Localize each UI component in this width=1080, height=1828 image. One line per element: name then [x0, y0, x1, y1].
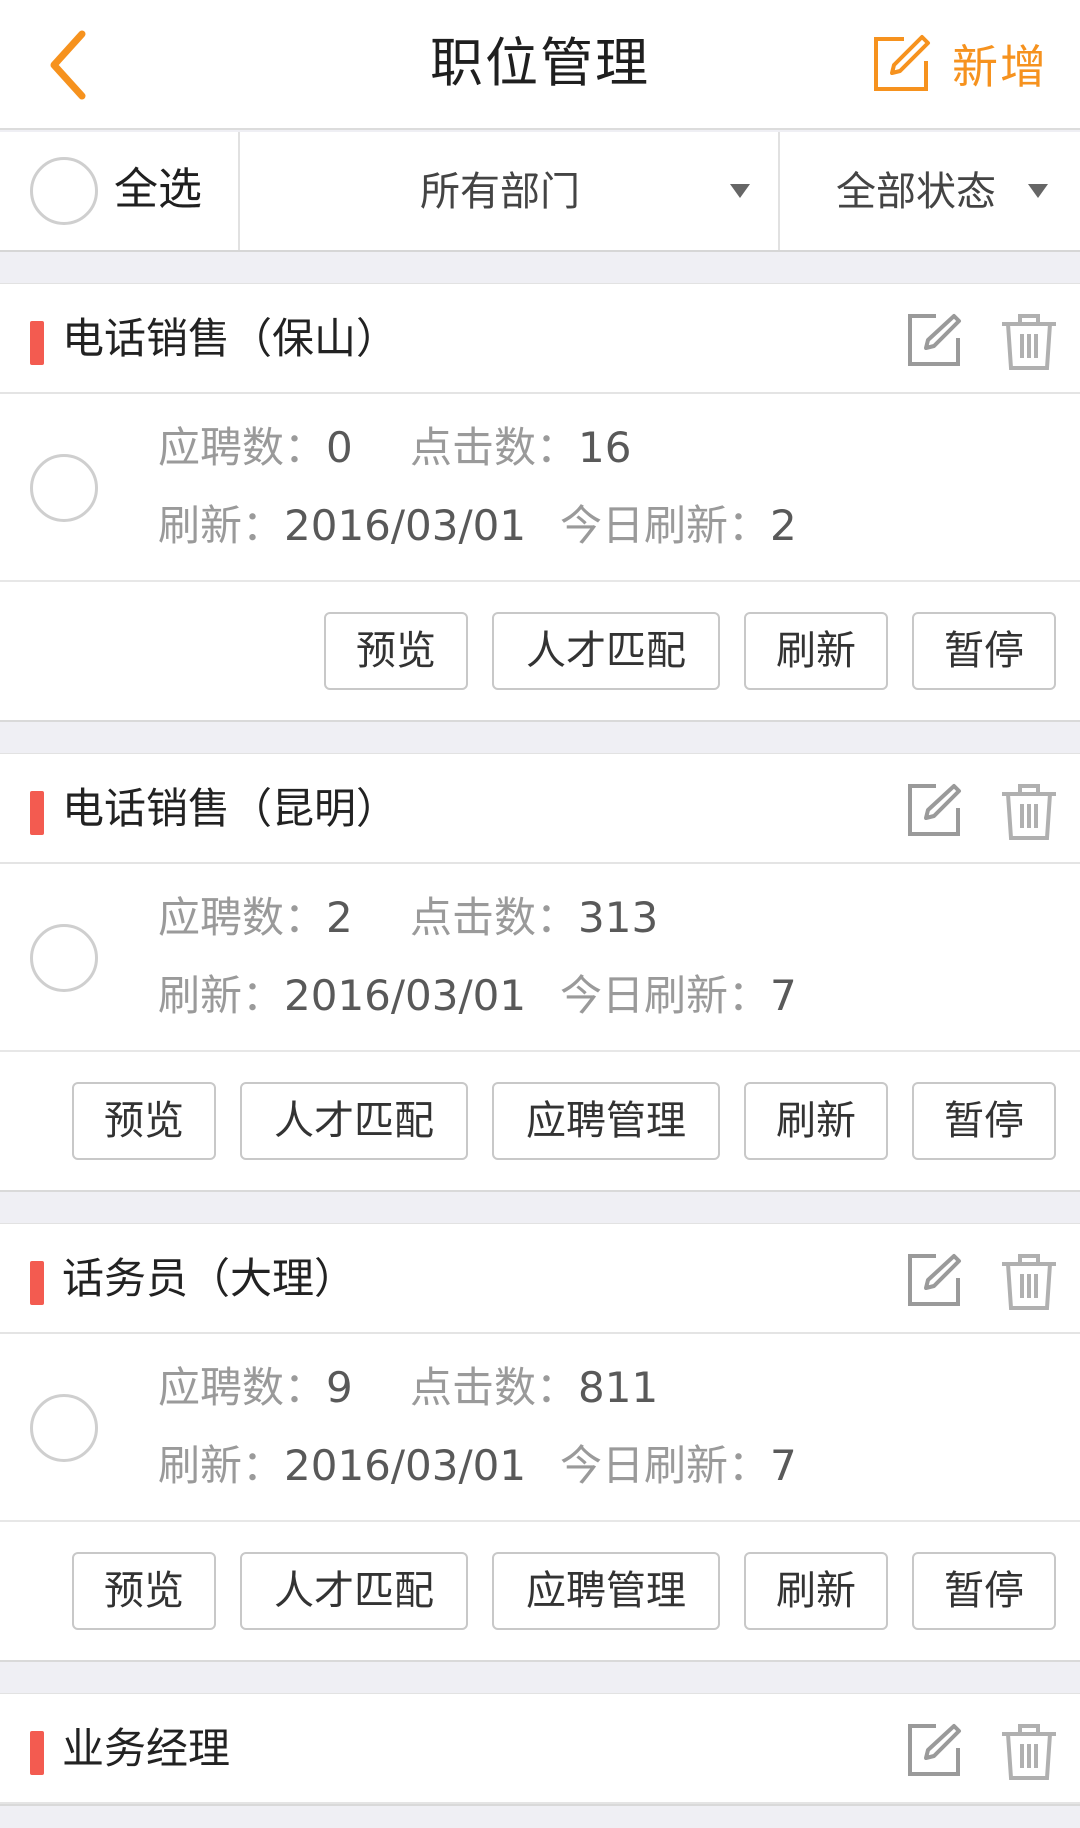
edit-icon[interactable] [906, 312, 962, 368]
job-card-actions: 预览 人才匹配 刷新 暂停 [0, 582, 1080, 720]
applies-stat: 应聘数：2 [158, 888, 353, 948]
trash-icon[interactable] [998, 310, 1060, 372]
today-refresh-value: 7 [770, 971, 797, 1020]
accent-bar [30, 791, 44, 835]
applies-stat: 应聘数：9 [158, 1358, 353, 1418]
job-card-stats: 应聘数：2 点击数：313 刷新：2016/03/01 今日刷新：7 [0, 864, 1080, 1052]
select-all-label: 全选 [114, 164, 202, 215]
applies-value: 9 [326, 1363, 353, 1412]
department-dropdown[interactable]: 所有部门 [240, 132, 780, 250]
refresh-date: 2016/03/01 [284, 1441, 527, 1490]
pause-button[interactable]: 暂停 [912, 612, 1056, 690]
clicks-stat: 点击数：16 [410, 418, 631, 478]
talent-match-button[interactable]: 人才匹配 [240, 1552, 468, 1630]
status-dropdown[interactable]: 全部状态 [780, 132, 1078, 250]
job-card-actions: 预览 人才匹配 应聘管理 刷新 暂停 [0, 1052, 1080, 1190]
job-card: 电话销售（昆明） 应聘数：2 点击数：313 刷新：2016/03/01 今日刷… [0, 753, 1080, 1192]
application-manage-button[interactable]: 应聘管理 [492, 1082, 720, 1160]
department-label: 所有部门 [420, 169, 580, 215]
trash-icon[interactable] [998, 780, 1060, 842]
job-card: 电话销售（保山） 应聘数：0 点击数：16 刷新：2016/03/01 今日刷新… [0, 283, 1080, 722]
job-title: 话务员（大理） [62, 1254, 357, 1303]
clicks-stat: 点击数：811 [410, 1358, 658, 1418]
job-select-radio[interactable] [30, 454, 98, 522]
job-card-stats: 应聘数：9 点击数：811 刷新：2016/03/01 今日刷新：7 [0, 1334, 1080, 1522]
talent-match-button[interactable]: 人才匹配 [240, 1082, 468, 1160]
clicks-value: 16 [578, 423, 632, 472]
trash-icon[interactable] [998, 1250, 1060, 1312]
talent-match-button[interactable]: 人才匹配 [492, 612, 720, 690]
applies-value: 0 [326, 423, 353, 472]
refresh-stat: 刷新：2016/03/01 [158, 496, 526, 556]
clicks-label: 点击数： [410, 1363, 579, 1412]
dropdown-arrow-icon [1028, 184, 1048, 198]
today-refresh-stat: 今日刷新：7 [560, 966, 797, 1026]
today-refresh-stat: 今日刷新：7 [560, 1436, 797, 1496]
today-refresh-label: 今日刷新： [560, 1441, 771, 1490]
dropdown-arrow-icon [730, 184, 750, 198]
clicks-label: 点击数： [410, 893, 579, 942]
preview-button[interactable]: 预览 [72, 1552, 216, 1630]
add-job-button[interactable]: 新增 [870, 24, 1048, 104]
refresh-label: 刷新： [158, 501, 285, 550]
today-refresh-label: 今日刷新： [560, 971, 771, 1020]
job-select-radio[interactable] [30, 1394, 98, 1462]
job-select-radio[interactable] [30, 924, 98, 992]
refresh-button[interactable]: 刷新 [744, 1552, 888, 1630]
refresh-date: 2016/03/01 [284, 971, 527, 1020]
refresh-label: 刷新： [158, 1441, 285, 1490]
job-title: 业务经理 [62, 1724, 231, 1773]
job-card-header: 话务员（大理） [0, 1224, 1080, 1334]
clicks-value: 313 [578, 893, 659, 942]
today-refresh-value: 2 [770, 501, 797, 550]
job-card-stats: 应聘数：0 点击数：16 刷新：2016/03/01 今日刷新：2 [0, 394, 1080, 582]
job-card-header: 业务经理 [0, 1694, 1080, 1804]
applies-value: 2 [326, 893, 353, 942]
trash-icon[interactable] [998, 1720, 1060, 1782]
today-refresh-label: 今日刷新： [560, 501, 771, 550]
today-refresh-stat: 今日刷新：2 [560, 496, 797, 556]
add-job-label: 新增 [952, 40, 1048, 94]
refresh-label: 刷新： [158, 971, 285, 1020]
pause-button[interactable]: 暂停 [912, 1552, 1056, 1630]
edit-icon[interactable] [906, 782, 962, 838]
select-all-radio[interactable] [30, 157, 98, 225]
applies-label: 应聘数： [158, 423, 327, 472]
status-label: 全部状态 [836, 169, 996, 215]
job-card: 话务员（大理） 应聘数：9 点击数：811 刷新：2016/03/01 今日刷新… [0, 1223, 1080, 1662]
job-card: 业务经理 [0, 1693, 1080, 1806]
pause-button[interactable]: 暂停 [912, 1082, 1056, 1160]
filter-bar: 全选 所有部门 全部状态 [0, 132, 1080, 252]
clicks-value: 811 [578, 1363, 659, 1412]
nav-header: 职位管理 新增 [0, 0, 1080, 130]
accent-bar [30, 1261, 44, 1305]
clicks-label: 点击数： [410, 423, 579, 472]
select-all-toggle[interactable]: 全选 [0, 132, 240, 250]
job-title: 电话销售（昆明） [62, 784, 399, 833]
job-card-actions: 预览 人才匹配 应聘管理 刷新 暂停 [0, 1522, 1080, 1660]
application-manage-button[interactable]: 应聘管理 [492, 1552, 720, 1630]
preview-button[interactable]: 预览 [324, 612, 468, 690]
refresh-button[interactable]: 刷新 [744, 1082, 888, 1160]
accent-bar [30, 1731, 44, 1775]
job-card-header: 电话销售（保山） [0, 284, 1080, 394]
applies-label: 应聘数： [158, 893, 327, 942]
accent-bar [30, 321, 44, 365]
job-card-header: 电话销售（昆明） [0, 754, 1080, 864]
preview-button[interactable]: 预览 [72, 1082, 216, 1160]
today-refresh-value: 7 [770, 1441, 797, 1490]
refresh-stat: 刷新：2016/03/01 [158, 966, 526, 1026]
edit-icon[interactable] [906, 1252, 962, 1308]
job-title: 电话销售（保山） [62, 314, 399, 363]
clicks-stat: 点击数：313 [410, 888, 658, 948]
refresh-button[interactable]: 刷新 [744, 612, 888, 690]
refresh-stat: 刷新：2016/03/01 [158, 1436, 526, 1496]
applies-label: 应聘数： [158, 1363, 327, 1412]
refresh-date: 2016/03/01 [284, 501, 527, 550]
edit-icon[interactable] [906, 1722, 962, 1778]
edit-add-icon [874, 35, 930, 91]
applies-stat: 应聘数：0 [158, 418, 353, 478]
